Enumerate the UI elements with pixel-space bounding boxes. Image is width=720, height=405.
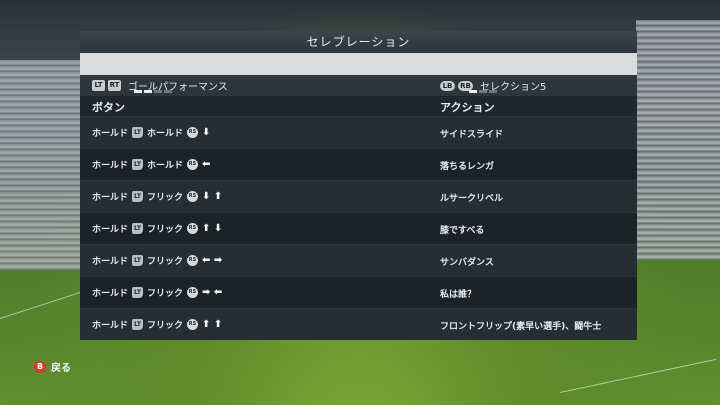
- command-input: ホールド LT ホールド RS ⬇: [92, 126, 210, 139]
- command-input: ホールド LT フリック RS ⬅ ➡: [92, 254, 222, 267]
- action-name: ルサークリベル: [440, 194, 504, 204]
- lt-trigger-icon: LT: [132, 127, 144, 138]
- verb-label: フリック: [147, 289, 184, 299]
- hold-label: ホールド: [92, 161, 129, 171]
- panel-title: セレブレーション: [80, 31, 637, 53]
- command-input: ホールド LT フリック RS ⬆ ⬆: [92, 318, 222, 331]
- category-tabs: LT RT ゴールパフォーマンス LB RB セレクション5: [80, 75, 637, 96]
- right-stick-icon: RS: [187, 255, 199, 266]
- right-stick-icon: RS: [187, 223, 199, 234]
- command-row[interactable]: ホールド LT フリック RS ➡ ⬅ 私は誰？: [80, 276, 637, 308]
- lt-trigger-icon: LT: [132, 287, 144, 298]
- verb-label: ホールド: [147, 161, 184, 171]
- verb-label: フリック: [147, 225, 184, 235]
- action-name: 落ちるレンガ: [440, 162, 495, 172]
- direction-arrows-icon: ➡ ⬅: [202, 287, 223, 298]
- verb-label: フリック: [147, 193, 184, 203]
- page-dot: [164, 90, 172, 93]
- lt-trigger-icon: LT: [132, 255, 144, 266]
- header-action: アクション: [440, 101, 495, 114]
- direction-arrows-icon: ⬅: [202, 159, 211, 170]
- rb-button-icon: RB: [458, 80, 473, 91]
- lt-trigger-icon: LT: [132, 223, 144, 234]
- page-dot: [479, 90, 487, 93]
- b-button-icon: B: [34, 360, 46, 373]
- celebration-panel: セレブレーション LT RT ゴールパフォーマンス LB RB セレクション5 …: [80, 31, 637, 340]
- page-dot: [144, 90, 152, 93]
- command-row[interactable]: ホールド LT ホールド RS ⬇ サイドスライド: [80, 116, 637, 148]
- command-row[interactable]: ホールド LT フリック RS ⬆ ⬇ 膝ですべる: [80, 212, 637, 244]
- page-dots: [469, 90, 497, 93]
- page-dot: [134, 90, 142, 93]
- page-dot: [154, 90, 162, 93]
- hold-label: ホールド: [92, 321, 129, 331]
- command-row[interactable]: ホールド LT ホールド RS ⬅ 落ちるレンガ: [80, 148, 637, 180]
- command-row[interactable]: ホールド LT フリック RS ⬇ ⬆ ルサークリベル: [80, 180, 637, 212]
- action-name: サイドスライド: [440, 130, 504, 140]
- hold-label: ホールド: [92, 129, 129, 139]
- action-name: 膝ですべる: [440, 226, 485, 236]
- lt-button-icon: LT: [92, 80, 105, 91]
- command-input: ホールド LT フリック RS ➡ ⬅: [92, 286, 222, 299]
- command-row[interactable]: ホールド LT フリック RS ⬆ ⬆ フロントフリップ(素早い選手)、闘牛士: [80, 308, 637, 340]
- table-header: ボタン アクション: [80, 96, 637, 116]
- stadium-stands-right: [636, 20, 720, 260]
- header-button: ボタン: [92, 101, 125, 114]
- page-dot: [489, 90, 497, 93]
- direction-arrows-icon: ⬆ ⬇: [202, 223, 223, 234]
- back-button[interactable]: B 戻る: [34, 359, 71, 374]
- hold-label: ホールド: [92, 225, 129, 235]
- right-stick-icon: RS: [187, 191, 199, 202]
- direction-arrows-icon: ⬅ ➡: [202, 255, 223, 266]
- page-dots: [134, 90, 172, 93]
- stadium-stands-left: [0, 60, 85, 270]
- hold-label: ホールド: [92, 257, 129, 267]
- right-stick-icon: RS: [187, 319, 199, 330]
- description-bar: [80, 53, 637, 75]
- action-name: 私は誰？: [440, 290, 477, 300]
- hold-label: ホールド: [92, 193, 129, 203]
- right-stick-icon: RS: [187, 159, 199, 170]
- lt-trigger-icon: LT: [132, 319, 144, 330]
- command-row[interactable]: ホールド LT フリック RS ⬅ ➡ サンバダンス: [80, 244, 637, 276]
- direction-arrows-icon: ⬆ ⬆: [202, 319, 223, 330]
- right-stick-icon: RS: [187, 287, 199, 298]
- back-label: 戻る: [51, 363, 71, 374]
- page-dot: [469, 90, 477, 93]
- command-list: ホールド LT ホールド RS ⬇ サイドスライド ホールド LT ホールド RS ⬅ 落ちるレンガホ…: [80, 116, 637, 340]
- right-stick-icon: RS: [187, 127, 199, 138]
- command-input: ホールド LT フリック RS ⬇ ⬆: [92, 190, 222, 203]
- direction-arrows-icon: ⬇ ⬆: [202, 191, 223, 202]
- lt-trigger-icon: LT: [132, 159, 144, 170]
- verb-label: フリック: [147, 257, 184, 267]
- direction-arrows-icon: ⬇: [202, 127, 211, 138]
- hold-label: ホールド: [92, 289, 129, 299]
- rt-button-icon: RT: [108, 80, 121, 91]
- command-input: ホールド LT フリック RS ⬆ ⬇: [92, 222, 222, 235]
- lb-button-icon: LB: [440, 80, 455, 91]
- verb-label: ホールド: [147, 129, 184, 139]
- verb-label: フリック: [147, 321, 184, 331]
- lt-trigger-icon: LT: [132, 191, 144, 202]
- action-name: フロントフリップ(素早い選手)、闘牛士: [440, 322, 602, 332]
- command-input: ホールド LT ホールド RS ⬅: [92, 158, 210, 171]
- action-name: サンバダンス: [440, 258, 494, 268]
